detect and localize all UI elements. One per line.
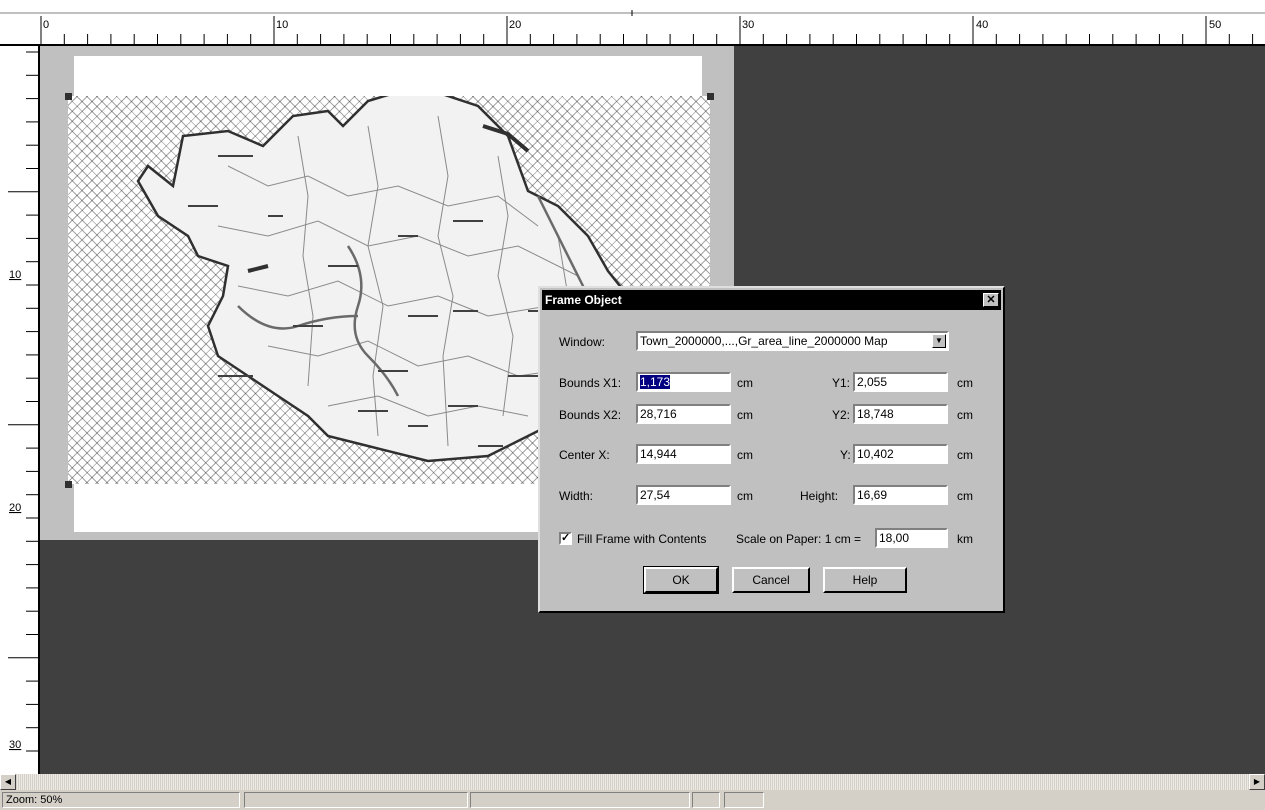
window-label: Window: [559,335,606,349]
window-select-value: Town_2000000,...,Gr_area_line_2000000 Ma… [640,334,888,348]
vertical-ruler-graphic: 10 20 30 [8,46,40,774]
width-unit: cm [737,489,753,503]
hruler-label-50: 50 [1209,19,1221,31]
horizontal-ruler-graphic: 0 10 20 30 40 50 [0,10,1265,46]
cancel-button[interactable]: Cancel [732,567,810,593]
scroll-right-button[interactable]: ▶ [1249,774,1265,790]
status-panel-3 [470,792,690,808]
center-x-value: 14,944 [640,447,677,461]
bounds-x2-label: Bounds X2: [559,408,622,422]
bounds-x2-field[interactable]: 28,716 [636,404,731,424]
center-y-label: Y: [840,448,851,462]
fill-frame-checkbox[interactable]: ✓ [559,532,572,545]
fill-frame-label[interactable]: Fill Frame with Contents [577,532,706,546]
ok-button[interactable]: OK [643,566,719,594]
frame-handle-bottom-left[interactable] [65,481,72,488]
width-field[interactable]: 27,54 [636,485,731,505]
center-x-field[interactable]: 14,944 [636,444,731,464]
y2-label: Y2: [832,408,851,422]
center-y-value: 10,402 [857,447,894,461]
y1-field[interactable]: 2,055 [853,372,948,392]
center-y-unit: cm [957,448,973,462]
y2-field[interactable]: 18,748 [853,404,948,424]
close-button[interactable]: ✕ [983,293,999,307]
bounds-x2-value: 28,716 [640,407,677,421]
frame-handle-top-right[interactable] [707,93,714,100]
bounds-x1-unit: cm [737,376,753,390]
hruler-label-20: 20 [509,19,521,31]
scale-value: 18,00 [879,531,910,545]
width-label: Width: [559,489,594,503]
hruler-label-30: 30 [742,19,754,31]
scale-label: Scale on Paper: 1 cm = [736,532,862,546]
height-field[interactable]: 16,69 [853,485,948,505]
frame-object-dialog: Frame Object ✕ Window: Town_2000000,...,… [538,286,1005,613]
center-y-field[interactable]: 10,402 [853,444,948,464]
width-value: 27,54 [640,488,671,502]
horizontal-ruler: 0 10 20 30 40 50 [0,0,1265,46]
bounds-x2-unit: cm [737,408,753,422]
dialog-titlebar[interactable]: Frame Object ✕ [542,290,1001,310]
help-button[interactable]: Help [823,567,907,593]
y2-unit: cm [957,408,973,422]
bounds-x1-value: 1,173 [640,375,671,389]
vruler-label-20: 20 [9,502,21,514]
status-bar: Zoom: 50% [0,790,1265,810]
hruler-label-10: 10 [276,19,288,31]
scale-unit: km [957,532,973,546]
dialog-title: Frame Object [545,293,622,307]
scale-field[interactable]: 18,00 [875,528,948,548]
hruler-label-0: 0 [43,19,49,31]
height-value: 16,69 [857,488,888,502]
vruler-label-30: 30 [9,739,21,751]
vruler-label-10: 10 [9,269,21,281]
status-panel-2 [244,792,468,808]
close-icon: ✕ [986,294,996,306]
height-label: Height: [800,489,839,503]
window-select[interactable]: Town_2000000,...,Gr_area_line_2000000 Ma… [636,331,949,351]
y1-unit: cm [957,376,973,390]
status-panel-4 [692,792,720,808]
bounds-x1-label: Bounds X1: [559,376,622,390]
center-x-label: Center X: [559,448,610,462]
y1-label: Y1: [832,376,851,390]
chevron-down-icon[interactable]: ▼ [932,334,946,348]
y1-value: 2,055 [857,375,888,389]
height-unit: cm [957,489,973,503]
frame-handle-top-left[interactable] [65,93,72,100]
vertical-ruler: 10 20 30 [0,46,40,774]
horizontal-scrollbar[interactable]: ◀ ▶ [0,774,1265,790]
hruler-label-40: 40 [976,19,988,31]
status-zoom: Zoom: 50% [2,792,240,808]
center-x-unit: cm [737,448,753,462]
scroll-left-button[interactable]: ◀ [0,774,16,790]
bounds-x1-field[interactable]: 1,173 [636,372,731,392]
y2-value: 18,748 [857,407,894,421]
status-panel-5 [724,792,764,808]
